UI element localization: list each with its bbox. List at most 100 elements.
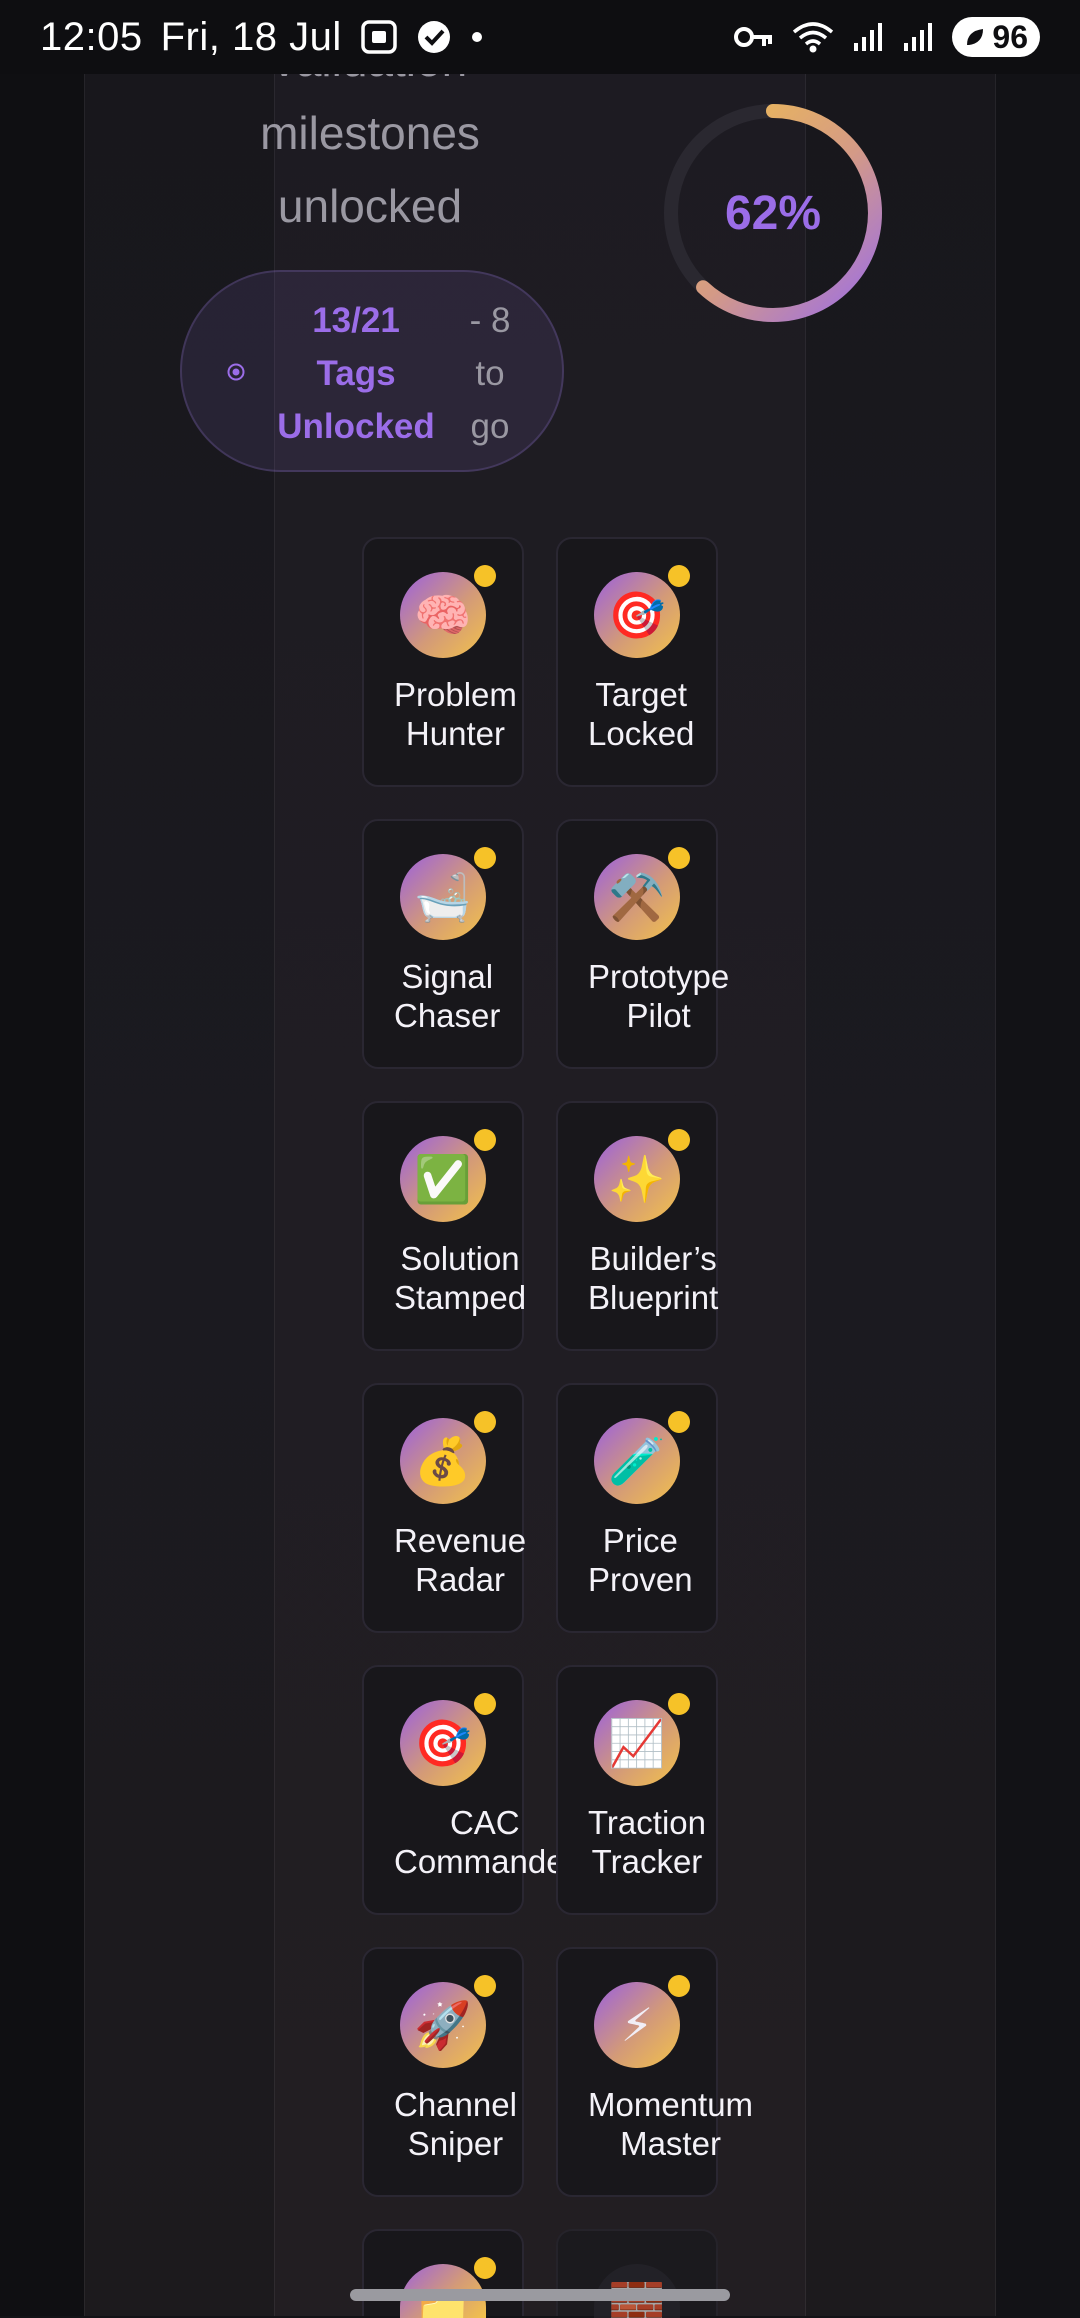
unlocked-dot [474,2257,496,2279]
vpn-key-icon [734,24,774,50]
target-dot-icon [227,363,245,381]
badge-card[interactable]: 🚀 Channel Sniper [362,1947,524,2197]
badge-title-line: Master [620,2125,721,2162]
money-bag-icon: 💰 [400,1418,486,1504]
badge-title: Target Locked [588,675,694,753]
badge-title: Solution Stamped [394,1239,526,1317]
badge-title-line: Channel [394,2086,517,2123]
badge-title-line: Revenue [394,1522,527,1559]
unlocked-dot [474,1975,496,1997]
badge-card[interactable]: 📁 [362,2229,524,2318]
badge-title-line: Prototype [588,958,730,995]
badge-title-line: Price [602,1522,678,1559]
badge-title-line: Traction [588,1804,706,1841]
test-tube-icon: 🧪 [594,1418,680,1504]
badge-card[interactable]: 🛁 Signal Chaser [362,819,524,1069]
wifi-icon [792,20,834,54]
bathtub-icon: 🛁 [400,854,486,940]
battery-icon [964,19,986,56]
badge-card[interactable]: 🎯 CAC Commander [362,1665,576,1915]
badge-title-line: Commander [394,1843,576,1880]
badge-title-line: Signal [401,958,494,995]
badge-title-line: Sniper [407,2125,504,2162]
badge-title-line: Chaser [394,997,501,1034]
badge-title: Problem Hunter [394,675,517,753]
badge-card[interactable]: ⚒️ Prototype Pilot [556,819,729,1069]
status-bar: 12:05 Fri, 18 Jul 96 [0,0,1080,74]
status-bar-right: 96 [734,17,1040,57]
badge-title: Signal Chaser [394,957,500,1035]
gesture-navigation-bar[interactable] [350,2289,730,2301]
badge-title: CAC Commander [394,1803,576,1881]
badge-title: Prototype Pilot [588,957,729,1035]
badge-title-line: Momentum [588,2086,754,2123]
badge-card[interactable]: 📈 Traction Tracker [556,1665,718,1915]
badge-title: Traction Tracker [588,1803,706,1881]
tags-remaining-line: to [475,354,505,393]
badge-card[interactable]: 💰 Revenue Radar [362,1383,527,1633]
unlocked-dot [668,1411,690,1433]
status-bar-left: 12:05 Fri, 18 Jul [40,15,484,60]
unlocked-dot [668,847,690,869]
badge-title: Price Proven [588,1521,693,1599]
unlocked-dot [668,565,690,587]
badge-card-locked[interactable]: 🧱 [556,2229,718,2318]
badge-card[interactable]: 🎯 Target Locked [556,537,718,787]
tags-remaining: - 8 to go [454,294,526,453]
badge-title: Momentum Master [588,2085,753,2163]
badge-card[interactable]: ✅ Solution Stamped [362,1101,526,1351]
tags-count-line: 13/21 [312,301,400,340]
unlocked-dot [474,847,496,869]
badge-title-line: Locked [588,715,695,752]
lightning-icon: ⚡ [594,1982,680,2068]
chart-up-icon: 📈 [594,1700,680,1786]
badge-card[interactable]: ✨ Builder’s Blueprint [556,1101,718,1351]
progress-ring: 62% [662,102,884,324]
unlocked-dot [474,1129,496,1151]
badge-card[interactable]: 🧠 Problem Hunter [362,537,524,787]
unlocked-dot [474,1693,496,1715]
badge-card[interactable]: 🧪 Price Proven [556,1383,718,1633]
left-rail [0,70,84,2316]
battery-indicator: 96 [952,17,1040,57]
badge-title-line: Blueprint [588,1279,719,1316]
badge-title-line: Tracker [591,1843,703,1880]
tags-remaining-line: - 8 [469,301,511,340]
tags-count-line: Unlocked [277,407,435,446]
badge-title-line: Stamped [394,1279,527,1316]
rocket-icon: 🚀 [400,1982,486,2068]
unlocked-dot [668,1975,690,1997]
battery-level: 96 [992,18,1028,55]
clock-time: 12:05 [40,14,143,59]
badge-title-line: Target [595,676,688,713]
tags-remaining-line: go [470,407,510,446]
badge-card[interactable]: ⚡ Momentum Master [556,1947,753,2197]
signal-icon-2 [902,21,934,53]
badge-title-line: Problem [394,676,517,713]
check-badge-icon [416,19,452,55]
caption-line: milestones [260,107,480,159]
sparkles-icon: ✨ [594,1136,680,1222]
unlocked-dot [474,565,496,587]
progress-percent: 62% [724,186,822,240]
badge-title-line: Hunter [405,715,505,752]
tags-unlocked-count: 13/21 Tags Unlocked [258,294,454,453]
unlocked-dot [668,1129,690,1151]
unlocked-dot [668,1693,690,1715]
badge-title-line: Proven [588,1561,693,1598]
badge-title: Builder’s Blueprint [588,1239,718,1317]
badge-title-line: Builder’s [589,1240,717,1277]
badge-title: Channel Sniper [394,2085,517,2163]
badge-title-line: Radar [415,1561,505,1598]
unlocked-dot [474,1411,496,1433]
badge-title-line: CAC [449,1804,520,1841]
caption-line: unlocked [277,180,463,232]
dot-icon [470,30,484,44]
check-mark-icon: ✅ [400,1136,486,1222]
clock-date: Fri, 18 Jul [160,14,342,59]
target-icon: 🎯 [400,1700,486,1786]
tags-summary-pill: 13/21 Tags Unlocked - 8 to go [180,270,564,472]
target-icon: 🎯 [594,572,680,658]
tags-count-line: Tags [316,354,396,393]
signal-icon [852,21,884,53]
